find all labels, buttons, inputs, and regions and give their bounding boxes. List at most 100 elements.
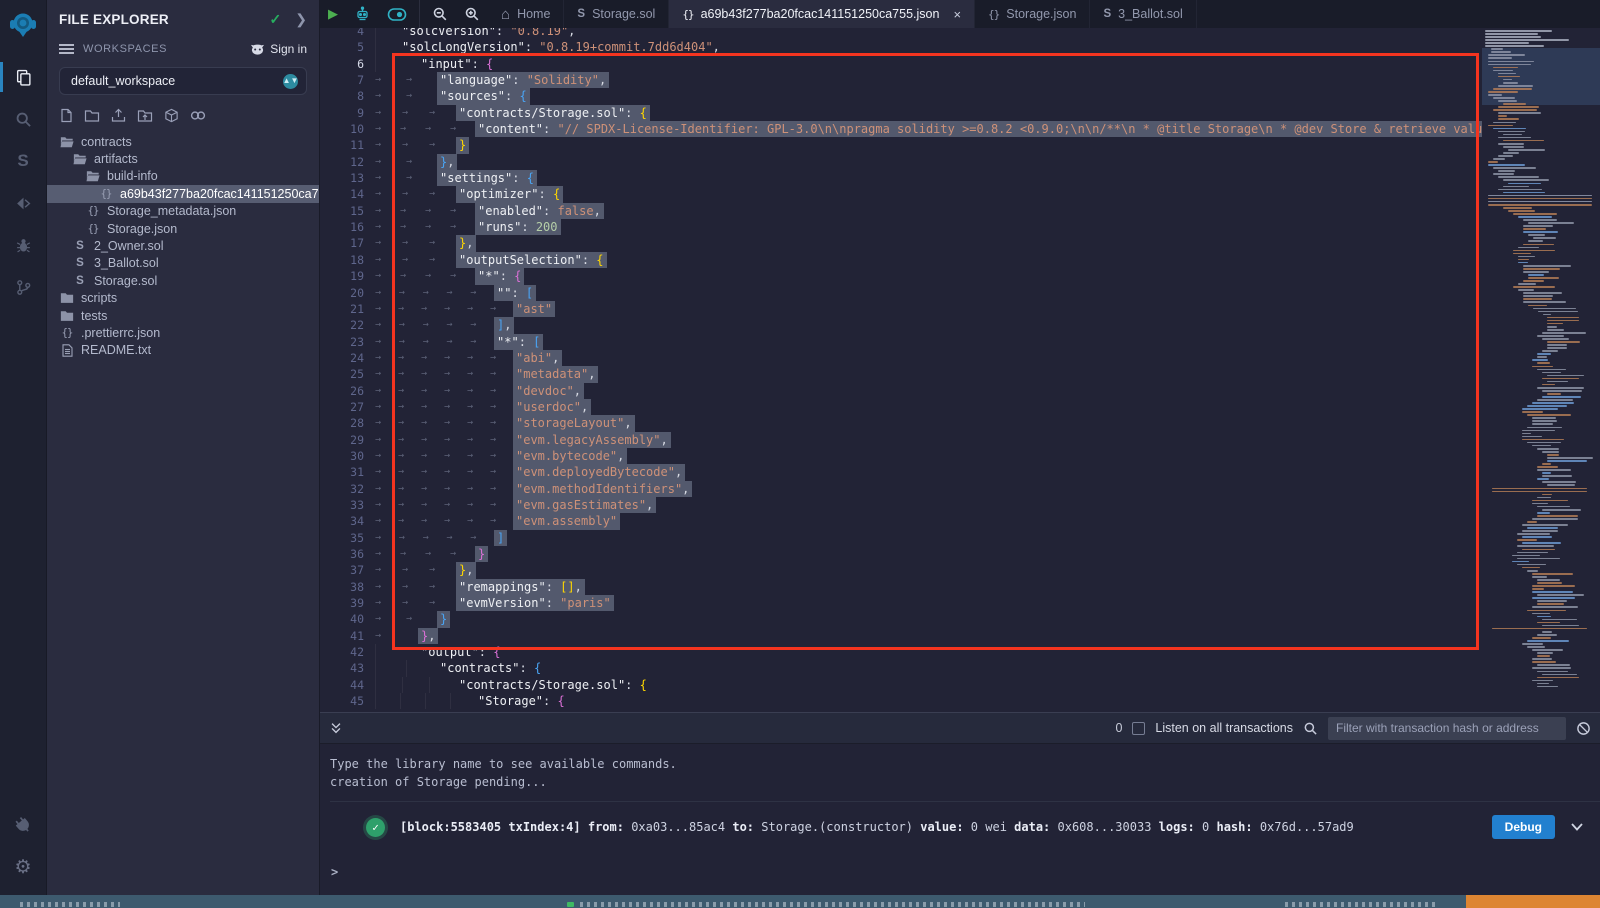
tree-item[interactable]: artifacts bbox=[47, 150, 319, 167]
new-folder-icon[interactable] bbox=[84, 108, 100, 123]
code-line-21[interactable]: 21→→→→→→"ast" bbox=[320, 301, 1482, 317]
code-line-18[interactable]: 18→→→"outputSelection": { bbox=[320, 252, 1482, 268]
cube-icon[interactable] bbox=[164, 108, 179, 123]
zoom-in-icon[interactable] bbox=[456, 0, 488, 28]
code-line-5[interactable]: 5"solcLongVersion": "0.8.19+commit.7dd6d… bbox=[320, 39, 1482, 55]
code-line-38[interactable]: 38→→→"remappings": [], bbox=[320, 579, 1482, 595]
ai-assistant-icon[interactable] bbox=[346, 0, 379, 28]
code-line-11[interactable]: 11→→→} bbox=[320, 137, 1482, 153]
tab-home[interactable]: ⌂Home bbox=[488, 0, 564, 28]
code-line-17[interactable]: 17→→→}, bbox=[320, 235, 1482, 251]
status-orange-segment[interactable] bbox=[1466, 895, 1600, 908]
workspace-select[interactable]: default_workspace ▲▼ bbox=[59, 67, 307, 95]
code-line-24[interactable]: 24→→→→→→"abi", bbox=[320, 350, 1482, 366]
close-tab-icon[interactable]: × bbox=[953, 7, 961, 22]
new-file-icon[interactable] bbox=[59, 108, 73, 123]
tab-storage-sol[interactable]: SStorage.sol bbox=[564, 0, 669, 28]
whitespace-tab-arrow: → bbox=[398, 366, 421, 382]
code-line-25[interactable]: 25→→→→→→"metadata", bbox=[320, 366, 1482, 382]
code-line-20[interactable]: 20→→→→→"": [ bbox=[320, 285, 1482, 301]
deploy-and-run-icon[interactable] bbox=[0, 185, 47, 221]
copilot-toggle[interactable] bbox=[379, 0, 415, 28]
minimap[interactable] bbox=[1482, 28, 1600, 712]
code-line-8[interactable]: 8→→"sources": { bbox=[320, 88, 1482, 104]
tree-item[interactable]: contracts bbox=[47, 133, 319, 150]
code-line-26[interactable]: 26→→→→→→"devdoc", bbox=[320, 383, 1482, 399]
chevron-right-icon[interactable]: ❯ bbox=[295, 11, 307, 28]
code-line-41[interactable]: 41→}, bbox=[320, 628, 1482, 644]
sign-in-button[interactable]: Sign in bbox=[250, 42, 307, 56]
terminal-body[interactable]: Type the library name to see available c… bbox=[320, 744, 1600, 895]
code-line-42[interactable]: 42"output": { bbox=[320, 644, 1482, 660]
code-line-15[interactable]: 15→→→→"enabled": false, bbox=[320, 203, 1482, 219]
tree-item[interactable]: SStorage.sol bbox=[47, 272, 319, 289]
clear-console-icon[interactable] bbox=[1576, 721, 1591, 736]
hamburger-menu-icon[interactable] bbox=[59, 43, 74, 55]
code-line-39[interactable]: 39→→→"evmVersion": "paris" bbox=[320, 595, 1482, 611]
run-script-button[interactable]: ▶ bbox=[320, 0, 346, 28]
code-line-29[interactable]: 29→→→→→→"evm.legacyAssembly", bbox=[320, 432, 1482, 448]
code-area[interactable]: 4"solcVersion": "0.8.19",5"solcLongVersi… bbox=[320, 28, 1482, 712]
code-line-34[interactable]: 34→→→→→→"evm.assembly" bbox=[320, 513, 1482, 529]
upload-file-icon[interactable] bbox=[111, 108, 126, 123]
code-line-31[interactable]: 31→→→→→→"evm.deployedBytecode", bbox=[320, 464, 1482, 480]
debug-button[interactable]: Debug bbox=[1492, 815, 1555, 839]
code-line-28[interactable]: 28→→→→→→"storageLayout", bbox=[320, 415, 1482, 431]
tab-3-ballot-sol[interactable]: S3_Ballot.sol bbox=[1090, 0, 1196, 28]
code-line-16[interactable]: 16→→→→"runs": 200 bbox=[320, 219, 1482, 235]
code-line-33[interactable]: 33→→→→→→"evm.gasEstimates", bbox=[320, 497, 1482, 513]
tree-item[interactable]: {}Storage.json bbox=[47, 220, 319, 237]
tab-a69b43f277ba20fcac141151250ca755-json[interactable]: {}a69b43f277ba20fcac141151250ca755.json× bbox=[669, 0, 975, 28]
code-line-4[interactable]: 4"solcVersion": "0.8.19", bbox=[320, 28, 1482, 39]
code-line-7[interactable]: 7→→"language": "Solidity", bbox=[320, 72, 1482, 88]
plugin-manager-icon[interactable] bbox=[0, 807, 47, 843]
code-line-37[interactable]: 37→→→}, bbox=[320, 562, 1482, 578]
code-line-10[interactable]: 10→→→→"content": "// SPDX-License-Identi… bbox=[320, 121, 1482, 137]
upload-folder-icon[interactable] bbox=[137, 108, 153, 123]
tab-storage-json[interactable]: {}Storage.json bbox=[975, 0, 1090, 28]
code-line-27[interactable]: 27→→→→→→"userdoc", bbox=[320, 399, 1482, 415]
code-line-45[interactable]: 45"Storage": { bbox=[320, 693, 1482, 709]
git-icon[interactable] bbox=[0, 269, 47, 305]
transaction-log-entry[interactable]: ✓ [block:5583405 txIndex:4] from: 0xa03.… bbox=[330, 801, 1600, 851]
tree-item[interactable]: tests bbox=[47, 307, 319, 324]
code-line-36[interactable]: 36→→→→} bbox=[320, 546, 1482, 562]
code-line-23[interactable]: 23→→→→→"*": [ bbox=[320, 334, 1482, 350]
code-line-13[interactable]: 13→→"settings": { bbox=[320, 170, 1482, 186]
remix-logo-icon[interactable] bbox=[0, 2, 47, 48]
tree-item[interactable]: S2_Owner.sol bbox=[47, 237, 319, 254]
tree-item[interactable]: {}.prettierrc.json bbox=[47, 324, 319, 341]
tree-item[interactable]: S3_Ballot.sol bbox=[47, 255, 319, 272]
debugger-icon[interactable] bbox=[0, 227, 47, 263]
code-line-19[interactable]: 19→→→→"*": { bbox=[320, 268, 1482, 284]
code-line-9[interactable]: 9→→→"contracts/Storage.sol": { bbox=[320, 105, 1482, 121]
settings-icon[interactable]: ⚙ bbox=[0, 849, 47, 885]
expand-transaction-icon[interactable] bbox=[1570, 822, 1584, 832]
collapse-terminal-icon[interactable] bbox=[329, 721, 343, 735]
transaction-filter-input[interactable] bbox=[1328, 717, 1566, 740]
code-line-32[interactable]: 32→→→→→→"evm.methodIdentifiers", bbox=[320, 481, 1482, 497]
terminal-prompt[interactable]: > bbox=[331, 865, 338, 879]
whitespace-tab-arrow: → bbox=[375, 464, 398, 480]
code-line-40[interactable]: 40→→} bbox=[320, 611, 1482, 627]
tree-item[interactable]: {}Storage_metadata.json bbox=[47, 203, 319, 220]
tree-item[interactable]: scripts bbox=[47, 290, 319, 307]
code-line-12[interactable]: 12→→}, bbox=[320, 154, 1482, 170]
code-line-44[interactable]: 44"contracts/Storage.sol": { bbox=[320, 677, 1482, 693]
code-line-43[interactable]: 43"contracts": { bbox=[320, 660, 1482, 676]
zoom-out-icon[interactable] bbox=[424, 0, 456, 28]
whitespace-tab-arrow: → bbox=[490, 415, 513, 431]
tree-item[interactable]: README.txt bbox=[47, 342, 319, 359]
listen-all-checkbox[interactable] bbox=[1132, 722, 1145, 735]
tree-item[interactable]: build-info bbox=[47, 168, 319, 185]
code-line-30[interactable]: 30→→→→→→"evm.bytecode", bbox=[320, 448, 1482, 464]
search-icon[interactable] bbox=[0, 101, 47, 137]
code-line-35[interactable]: 35→→→→→] bbox=[320, 530, 1482, 546]
code-line-22[interactable]: 22→→→→→], bbox=[320, 317, 1482, 333]
code-line-6[interactable]: 6"input": { bbox=[320, 56, 1482, 72]
code-line-14[interactable]: 14→→→"optimizer": { bbox=[320, 186, 1482, 202]
tree-item[interactable]: {}a69b43f277ba20fcac141151250ca7... bbox=[47, 185, 319, 202]
file-explorer-icon[interactable] bbox=[0, 59, 47, 95]
solidity-compiler-icon[interactable]: S bbox=[0, 143, 47, 179]
link-icon[interactable] bbox=[190, 108, 206, 123]
